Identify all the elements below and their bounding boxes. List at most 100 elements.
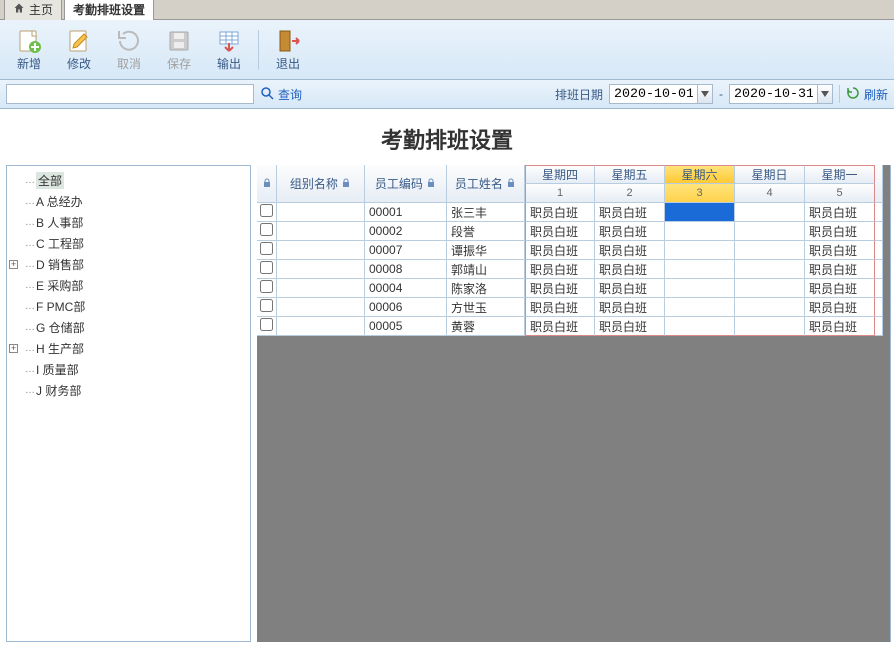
cell-day[interactable] <box>665 241 735 260</box>
exit-button[interactable]: 退出 <box>265 24 311 75</box>
sidebar-tree[interactable]: …全部…A 总经办…B 人事部…C 工程部+…D 销售部…E 采购部…F PMC… <box>6 165 251 642</box>
date-from-dropdown[interactable] <box>697 84 713 104</box>
col-empname-header[interactable]: 员工姓名 <box>447 165 525 203</box>
cell-day[interactable]: 职员白班 <box>525 203 595 222</box>
cell-day[interactable] <box>735 203 805 222</box>
cell-day[interactable] <box>665 298 735 317</box>
new-button[interactable]: 新增 <box>6 24 52 75</box>
tree-node[interactable]: …G 仓储部 <box>9 317 248 338</box>
cell-empname[interactable]: 陈家洛 <box>447 279 525 298</box>
row-checkbox[interactable] <box>260 299 273 312</box>
cell-day[interactable]: 职员白班 <box>525 260 595 279</box>
row-checkbox[interactable] <box>260 223 273 236</box>
cell-group[interactable] <box>277 279 365 298</box>
date-from-input[interactable] <box>609 84 697 104</box>
row-checkbox[interactable] <box>260 204 273 217</box>
cell-day[interactable]: 职员白班 <box>525 298 595 317</box>
cell-empcode[interactable]: 00005 <box>365 317 447 336</box>
edit-button[interactable]: 修改 <box>56 24 102 75</box>
cell-day[interactable]: 职员白班 <box>595 279 665 298</box>
expander-icon[interactable]: + <box>9 260 18 269</box>
cell-day[interactable] <box>735 241 805 260</box>
cell-day[interactable] <box>735 260 805 279</box>
cell-group[interactable] <box>277 260 365 279</box>
cell-group[interactable] <box>277 203 365 222</box>
cell-day[interactable] <box>665 203 735 222</box>
search-input[interactable] <box>6 84 254 104</box>
cell-empname[interactable]: 张三丰 <box>447 203 525 222</box>
cell-day[interactable]: 职员白班 <box>525 222 595 241</box>
tree-node[interactable]: …B 人事部 <box>9 212 248 233</box>
cell-day[interactable]: 职员白班 <box>595 317 665 336</box>
cell-group[interactable] <box>277 241 365 260</box>
cell-day[interactable]: 职员白班 <box>595 241 665 260</box>
tree-node[interactable]: …全部 <box>9 170 248 191</box>
tab-home[interactable]: 主页 <box>4 0 62 20</box>
date-to-dropdown[interactable] <box>817 84 833 104</box>
col-day4-header[interactable]: 星期日 <box>735 165 805 184</box>
table-row[interactable]: 00001张三丰职员白班职员白班职员白班 <box>257 203 883 222</box>
tree-node[interactable]: …C 工程部 <box>9 233 248 254</box>
date-from[interactable] <box>609 84 713 104</box>
query-button[interactable]: 查询 <box>260 86 302 103</box>
cell-day[interactable]: 职员白班 <box>595 260 665 279</box>
row-checkbox[interactable] <box>260 242 273 255</box>
row-checkbox[interactable] <box>260 318 273 331</box>
cell-group[interactable] <box>277 222 365 241</box>
cell-day[interactable]: 职员白班 <box>525 317 595 336</box>
cell-empcode[interactable]: 00001 <box>365 203 447 222</box>
table-row[interactable]: 00004陈家洛职员白班职员白班职员白班 <box>257 279 883 298</box>
cell-day[interactable] <box>665 317 735 336</box>
cell-empname[interactable]: 郭靖山 <box>447 260 525 279</box>
refresh-button[interactable]: 刷新 <box>846 86 888 103</box>
grid-scroll[interactable]: 组别名称 员工编码 员工姓名 星期四 星期五 星期六 星期日 星期一 1 2 3 <box>257 165 890 642</box>
cell-empcode[interactable]: 00004 <box>365 279 447 298</box>
export-button[interactable]: 输出 <box>206 24 252 75</box>
tree-node[interactable]: …J 财务部 <box>9 380 248 401</box>
tree-node[interactable]: +…H 生产部 <box>9 338 248 359</box>
expander-icon[interactable]: + <box>9 344 18 353</box>
cell-day[interactable] <box>665 260 735 279</box>
tree-node[interactable]: …E 采购部 <box>9 275 248 296</box>
cell-empcode[interactable]: 00007 <box>365 241 447 260</box>
table-row[interactable]: 00007谭振华职员白班职员白班职员白班 <box>257 241 883 260</box>
tree-node[interactable]: …I 质量部 <box>9 359 248 380</box>
col-day2-header[interactable]: 星期五 <box>595 165 665 184</box>
date-to-input[interactable] <box>729 84 817 104</box>
table-row[interactable]: 00002段誉职员白班职员白班职员白班 <box>257 222 883 241</box>
cell-empcode[interactable]: 00008 <box>365 260 447 279</box>
cell-day[interactable]: 职员白班 <box>805 222 875 241</box>
cell-day[interactable]: 职员白班 <box>805 203 875 222</box>
cell-day[interactable] <box>665 222 735 241</box>
cell-empcode[interactable]: 00006 <box>365 298 447 317</box>
cell-day[interactable]: 职员白班 <box>595 298 665 317</box>
col-day5-header[interactable]: 星期一 <box>805 165 875 184</box>
table-row[interactable]: 00008郭靖山职员白班职员白班职员白班 <box>257 260 883 279</box>
row-checkbox[interactable] <box>260 261 273 274</box>
row-checkbox[interactable] <box>260 280 273 293</box>
cell-day[interactable] <box>735 279 805 298</box>
col-day3-header[interactable]: 星期六 <box>665 165 735 184</box>
cell-day[interactable]: 职员白班 <box>525 241 595 260</box>
cell-day[interactable]: 职员白班 <box>525 279 595 298</box>
cell-group[interactable] <box>277 317 365 336</box>
cell-empname[interactable]: 谭振华 <box>447 241 525 260</box>
cell-day[interactable]: 职员白班 <box>595 222 665 241</box>
cell-day[interactable]: 职员白班 <box>805 241 875 260</box>
cell-day[interactable]: 职员白班 <box>595 203 665 222</box>
cell-group[interactable] <box>277 298 365 317</box>
col-day1-header[interactable]: 星期四 <box>525 165 595 184</box>
cell-day[interactable]: 职员白班 <box>805 317 875 336</box>
tree-node[interactable]: …F PMC部 <box>9 296 248 317</box>
cell-empname[interactable]: 黄蓉 <box>447 317 525 336</box>
table-row[interactable]: 00006方世玉职员白班职员白班职员白班 <box>257 298 883 317</box>
cell-day[interactable]: 职员白班 <box>805 260 875 279</box>
cell-empname[interactable]: 段誉 <box>447 222 525 241</box>
cell-empcode[interactable]: 00002 <box>365 222 447 241</box>
tree-node[interactable]: +…D 销售部 <box>9 254 248 275</box>
tab-current[interactable]: 考勤排班设置 <box>64 0 154 20</box>
cell-day[interactable] <box>665 279 735 298</box>
cell-day[interactable]: 职员白班 <box>805 279 875 298</box>
cell-day[interactable] <box>735 222 805 241</box>
cell-day[interactable] <box>735 298 805 317</box>
